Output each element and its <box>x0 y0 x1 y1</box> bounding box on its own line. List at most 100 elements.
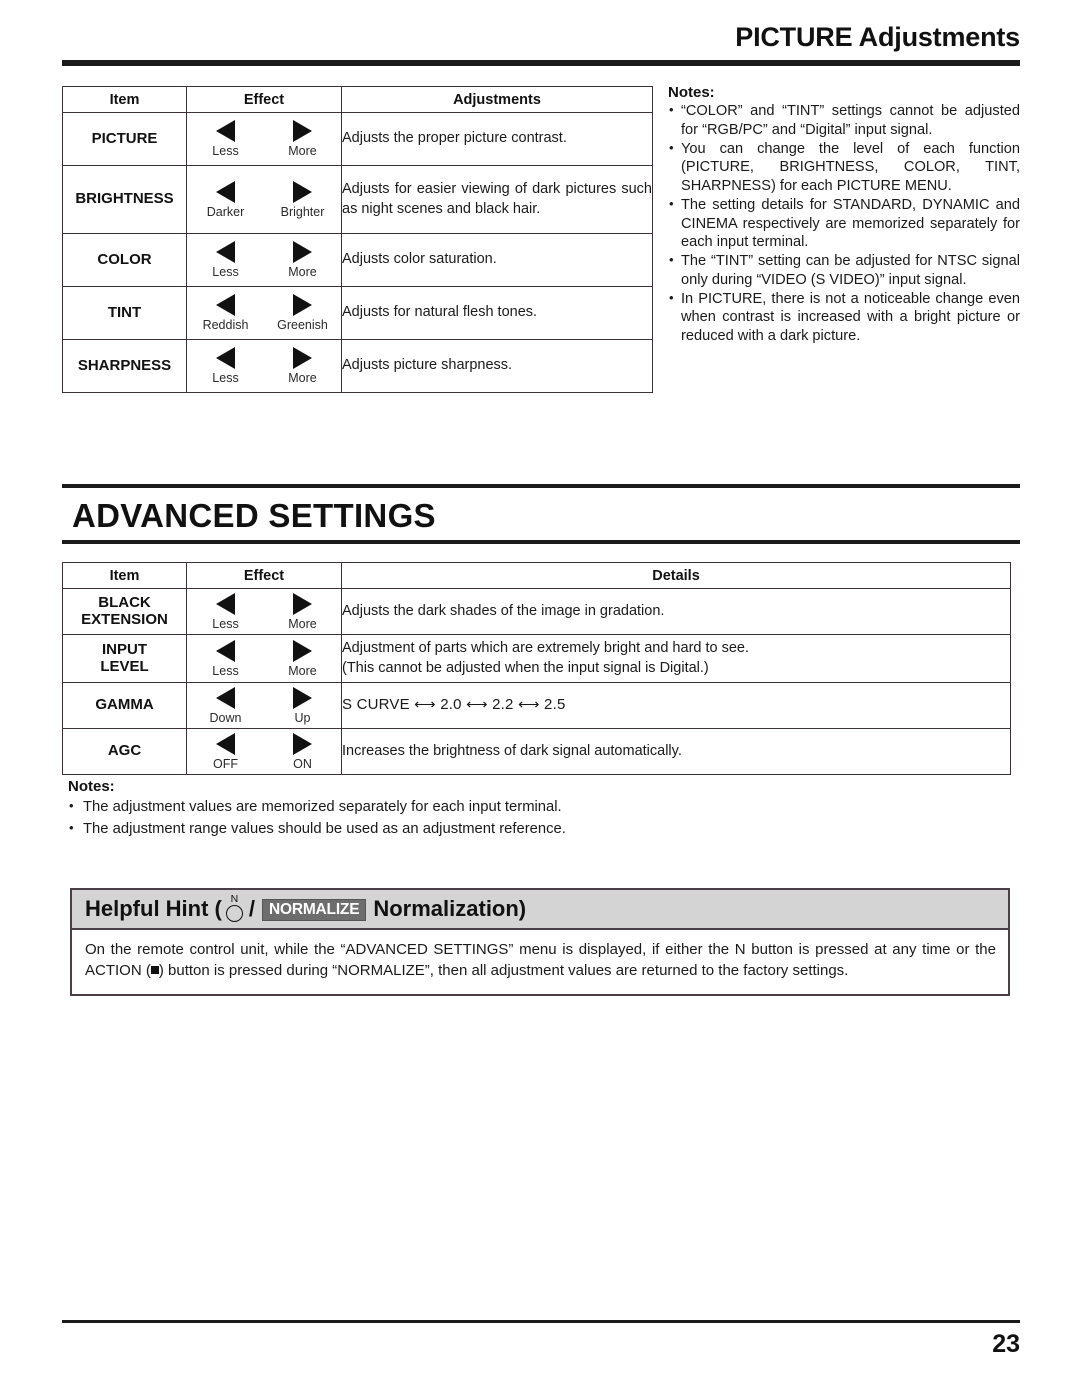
left-arrow-icon <box>216 639 235 662</box>
column-header-effect: Effect <box>186 562 342 589</box>
right-arrow-icon <box>293 241 312 264</box>
effect-left-label: Less <box>212 144 239 159</box>
effect-left-label: Reddish <box>202 318 249 333</box>
decrease-control[interactable]: Reddish <box>187 294 264 332</box>
row-item-black-extension: BLACK EXTENSION <box>62 588 187 635</box>
effect-right-label: Greenish <box>277 318 328 333</box>
note-item: “COLOR” and “TINT” settings cannot be ad… <box>668 102 1020 140</box>
circle-icon <box>225 904 243 922</box>
table-row: AGC OFF ON Increases the brightness of d… <box>62 728 1011 775</box>
item-label: BLACK EXTENSION <box>81 593 168 628</box>
row-description-agc: Increases the brightness of dark signal … <box>341 728 1011 775</box>
column-header-details: Details <box>341 562 1011 589</box>
left-arrow-icon <box>216 686 235 709</box>
column-header-effect: Effect <box>186 86 342 113</box>
picture-notes: Notes: “COLOR” and “TINT” settings canno… <box>668 84 1020 346</box>
effect-left-label: Less <box>212 616 239 631</box>
row-effect-picture: Less More <box>186 112 342 166</box>
on-control[interactable]: ON <box>264 732 341 771</box>
normalize-badge: NORMALIZE <box>262 898 367 922</box>
effect-left-label: OFF <box>213 756 238 771</box>
item-label: INPUT LEVEL <box>100 640 149 675</box>
row-description-color: Adjusts color saturation. <box>341 233 653 287</box>
helpful-hint-box: Helpful Hint ( N / NORMALIZE Normalizati… <box>70 888 1010 996</box>
right-arrow-icon <box>293 686 312 709</box>
row-description-input-level: Adjustment of parts which are extremely … <box>341 634 1011 683</box>
row-item-picture: PICTURE <box>62 112 187 166</box>
increase-control[interactable]: Brighter <box>264 180 341 219</box>
off-control[interactable]: OFF <box>187 732 264 771</box>
table-row: TINT Reddish Greenish Adjusts for natura… <box>62 286 653 340</box>
table-row: BLACK EXTENSION Less More Adjusts the da… <box>62 588 1011 635</box>
increase-control[interactable]: Up <box>264 686 341 725</box>
note-item: The “TINT” setting can be adjusted for N… <box>668 252 1020 290</box>
right-arrow-icon <box>293 639 312 662</box>
increase-control[interactable]: More <box>264 120 341 158</box>
column-header-item: Item <box>62 86 187 113</box>
row-effect-sharpness: Less More <box>186 339 342 393</box>
effect-right-label: Brighter <box>280 204 325 219</box>
section-rule-top <box>62 484 1020 488</box>
note-item: You can change the level of each functio… <box>668 140 1020 196</box>
right-arrow-icon <box>293 120 312 143</box>
note-item: The adjustment range values should be us… <box>68 818 968 840</box>
n-button-letter: N <box>230 893 239 906</box>
left-arrow-icon <box>216 180 235 203</box>
notes-list: The adjustment values are memorized sepa… <box>68 796 968 840</box>
effect-left-label: Less <box>212 265 239 280</box>
section-title-advanced-settings: ADVANCED SETTINGS <box>72 497 436 534</box>
increase-control[interactable]: More <box>264 639 341 678</box>
note-item: The adjustment values are memorized sepa… <box>68 796 968 818</box>
left-arrow-icon <box>216 294 235 317</box>
decrease-control[interactable]: Less <box>187 592 264 631</box>
decrease-control[interactable]: Less <box>187 120 264 158</box>
left-arrow-icon <box>216 592 235 615</box>
increase-control[interactable]: Greenish <box>264 294 341 332</box>
hint-title-suffix: Normalization) <box>373 896 527 921</box>
row-item-brightness: BRIGHTNESS <box>62 165 187 234</box>
decrease-control[interactable]: Down <box>187 686 264 725</box>
row-effect-gamma: Down Up <box>186 682 342 729</box>
effect-right-label: More <box>288 616 317 631</box>
effect-right-label: More <box>288 663 317 678</box>
decrease-control[interactable]: Less <box>187 639 264 678</box>
notes-heading: Notes: <box>668 84 715 101</box>
increase-control[interactable]: More <box>264 347 341 385</box>
table-row: PICTURE Less More Adjusts the proper pic… <box>62 112 653 166</box>
row-item-gamma: GAMMA <box>62 682 187 729</box>
row-effect-brightness: Darker Brighter <box>186 165 342 234</box>
helpful-hint-header: Helpful Hint ( N / NORMALIZE Normalizati… <box>72 890 1008 930</box>
hint-body-part2: ) button is pressed during “NORMALIZE”, … <box>158 962 849 980</box>
notes-heading: Notes: <box>68 778 115 795</box>
increase-control[interactable]: More <box>264 241 341 279</box>
note-item: The setting details for STANDARD, DYNAMI… <box>668 196 1020 252</box>
page-title: PICTURE Adjustments <box>735 22 1020 52</box>
row-item-agc: AGC <box>62 728 187 775</box>
notes-list: “COLOR” and “TINT” settings cannot be ad… <box>668 102 1020 346</box>
row-effect-color: Less More <box>186 233 342 287</box>
action-square-icon <box>150 966 159 975</box>
effect-right-label: Up <box>294 710 311 725</box>
right-arrow-icon <box>293 732 312 755</box>
row-description-brightness: Adjusts for easier viewing of dark pictu… <box>341 165 653 234</box>
decrease-control[interactable]: Darker <box>187 180 264 219</box>
advanced-settings-table: Item Effect Details BLACK EXTENSION Less <box>62 562 1011 775</box>
right-arrow-icon <box>293 592 312 615</box>
table-row: COLOR Less More Adjusts color saturation… <box>62 233 653 287</box>
table-header-row: Item Effect Details <box>62 562 1011 589</box>
hint-slash: / <box>248 896 255 921</box>
table-row: BRIGHTNESS Darker Brighter Adjusts for e… <box>62 165 653 234</box>
increase-control[interactable]: More <box>264 592 341 631</box>
footer-rule <box>62 1320 1020 1323</box>
hint-title-prefix: Helpful Hint ( <box>85 896 222 921</box>
decrease-control[interactable]: Less <box>187 241 264 279</box>
row-item-tint: TINT <box>62 286 187 340</box>
row-description-sharpness: Adjusts picture sharpness. <box>341 339 653 393</box>
note-item: In PICTURE, there is not a noticeable ch… <box>668 290 1020 346</box>
advanced-notes: Notes: The adjustment values are memoriz… <box>68 778 968 840</box>
decrease-control[interactable]: Less <box>187 347 264 385</box>
table-row: INPUT LEVEL Less More Adjustment of part… <box>62 634 1011 683</box>
effect-right-label: More <box>288 371 317 386</box>
table-row: SHARPNESS Less More Adjusts picture shar… <box>62 339 653 393</box>
effect-right-label: More <box>288 144 317 159</box>
